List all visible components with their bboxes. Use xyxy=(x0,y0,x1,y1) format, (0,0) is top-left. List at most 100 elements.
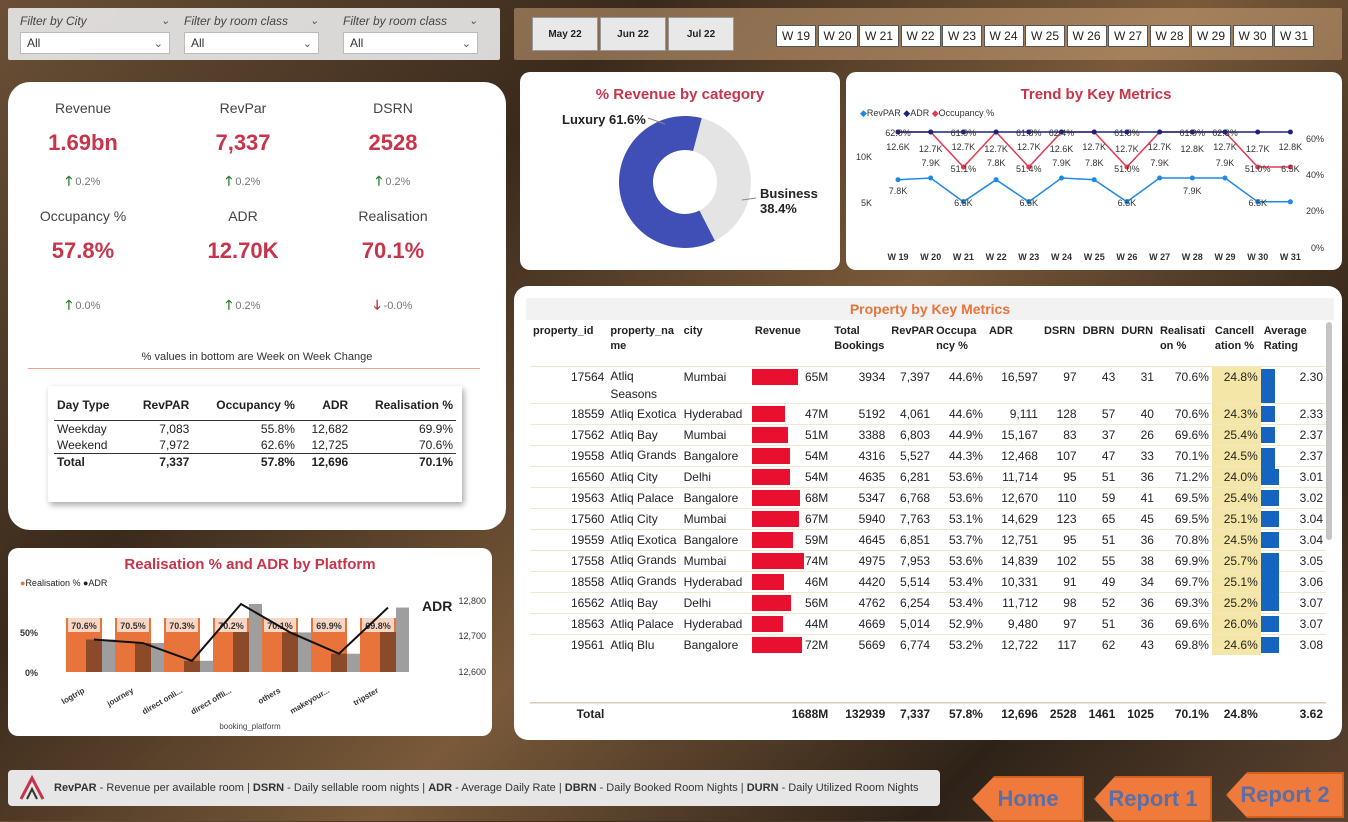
daytype-total-row: Total 7,337 57.8% 12,696 70.1% xyxy=(54,453,456,471)
property-col-header[interactable]: Cancell ation % xyxy=(1212,322,1261,366)
table-cell: 43 xyxy=(1118,633,1157,655)
week-button-w24[interactable]: W 24 xyxy=(983,25,1024,47)
daytype-header[interactable]: Occupancy % xyxy=(192,394,298,421)
city-filter[interactable]: Filter by City ⌄ All ⌄ xyxy=(20,14,170,54)
table-cell: 12,468 xyxy=(985,444,1041,466)
month-button-jul[interactable]: Jul 22 xyxy=(668,17,734,51)
revpar-data-label: 7.8K xyxy=(889,186,908,196)
table-cell: 17564 xyxy=(530,365,608,403)
month-button-may[interactable]: May 22 xyxy=(532,17,598,51)
property-table[interactable]: property_id property_na me city Revenue Tota… xyxy=(530,322,1326,722)
week-button-w27[interactable]: W 27 xyxy=(1108,25,1148,47)
room-class-filter[interactable]: Filter by room class ⌄ All ⌄ xyxy=(184,14,319,54)
table-row[interactable]: 17562 Atliq Bay Mumbai 51M 3388 6,803 44.9% 15,… xyxy=(530,423,1326,445)
room-class-filter-select[interactable]: All ⌄ xyxy=(184,32,319,54)
room-class-filter-2-select[interactable]: All ⌄ xyxy=(343,32,478,54)
property-col-header[interactable]: DSRN xyxy=(1041,322,1080,366)
adr-area-gap xyxy=(396,607,409,672)
trend-yright-tick: 20% xyxy=(1306,206,1324,216)
table-cell: 51 xyxy=(1079,465,1119,487)
cancellation-cell: 26.0% xyxy=(1211,612,1261,634)
table-row[interactable]: 18558 Atliq Grands Hyderabad 46M 4420 5,514 53… xyxy=(530,570,1326,608)
table-row[interactable]: 19563 Atliq Palace Bangalore 68M 5347 6,768 53… xyxy=(530,486,1326,508)
property-col-header[interactable]: ADR xyxy=(986,322,1041,366)
trend-x-tick: W 20 xyxy=(920,252,941,262)
room-class-filter-2[interactable]: Filter by room class ⌄ All ⌄ xyxy=(343,14,478,54)
table-cell: 18559 xyxy=(530,402,608,424)
property-col-header[interactable]: Revenue xyxy=(752,322,831,366)
city-filter-select[interactable]: All ⌄ xyxy=(20,32,170,54)
table-cell: Delhi xyxy=(680,591,752,613)
table-cell: 33 xyxy=(1118,444,1157,466)
chevron-down-icon[interactable]: ⌄ xyxy=(161,14,170,28)
table-row[interactable]: 16560 Atliq City Delhi 54M 4635 6,281 53.6% 11,… xyxy=(530,465,1326,487)
revpar-line-point xyxy=(1157,175,1163,181)
adr-data-label: 12.7K xyxy=(1017,142,1041,152)
table-row[interactable]: 19558 Atliq Grands Bangalore 54M 4316 5,527 44… xyxy=(530,444,1326,482)
table-cell: 97 xyxy=(1040,365,1080,403)
kpi-value: 2528 xyxy=(368,130,418,155)
property-col-header[interactable]: property_id xyxy=(530,322,607,366)
daytype-header[interactable]: ADR xyxy=(298,394,351,421)
table-row[interactable]: 19559 Atliq Exotica Bangalore 59M 4645 6,851 5… xyxy=(530,528,1326,550)
table-row[interactable]: 16562 Atliq Bay Delhi 56M 4762 6,254 53.4% 11,7… xyxy=(530,591,1326,613)
daytype-header[interactable]: RevPAR xyxy=(127,394,192,421)
trend-yright-tick: 60% xyxy=(1306,134,1324,144)
report2-button[interactable]: Report 2 xyxy=(1226,772,1344,818)
kpi-change: 🡑 0.2% xyxy=(65,173,101,188)
rating-cell: 2.37 xyxy=(1260,444,1326,482)
trend-x-tick: W 31 xyxy=(1280,252,1301,262)
week-button-w31[interactable]: W 31 xyxy=(1274,25,1314,47)
table-cell: 5,014 xyxy=(888,612,934,634)
property-col-header[interactable]: DBRN xyxy=(1080,322,1119,366)
property-col-header[interactable]: DURN xyxy=(1118,322,1157,366)
property-col-header[interactable]: Total Bookings xyxy=(831,322,888,366)
property-col-header[interactable]: Occupa ncy % xyxy=(933,322,986,366)
revenue-cell: 46M xyxy=(751,570,832,592)
table-cell: 51 xyxy=(1079,528,1119,550)
kpi-realisation: Realisation 70.1% 🡓 -0.0% xyxy=(318,208,468,318)
table-cell: 44.6% xyxy=(933,402,986,424)
table-cell: 18558 xyxy=(530,570,608,592)
table-row[interactable]: 17558 Atliq Grands Mumbai 74M 4975 7,953 53.6%… xyxy=(530,549,1326,587)
table-row[interactable]: 17564 Atliq Seasons Mumbai 65M 3934 7,397 44.6… xyxy=(530,365,1326,403)
kpi-adr: ADR 12.70K 🡑 0.2% xyxy=(168,208,318,318)
occupancy-data-label: 62.0% xyxy=(885,128,911,138)
property-col-header[interactable]: Realisati on % xyxy=(1157,322,1212,366)
week-button-w30[interactable]: W 30 xyxy=(1232,25,1273,47)
week-button-w29[interactable]: W 29 xyxy=(1191,25,1231,47)
week-button-w25[interactable]: W 25 xyxy=(1025,25,1065,47)
property-col-header[interactable]: Average Rating xyxy=(1261,322,1326,366)
week-button-w26[interactable]: W 26 xyxy=(1066,25,1107,47)
chevron-down-icon[interactable]: ⌄ xyxy=(310,14,319,28)
week-button-w19[interactable]: W 19 xyxy=(776,25,816,47)
table-cell: Atliq City xyxy=(607,507,681,529)
trend-yright-tick: 0% xyxy=(1311,243,1324,253)
table-cell: 11,714 xyxy=(985,465,1041,487)
week-button-w22[interactable]: W 22 xyxy=(900,25,941,47)
week-button-w20[interactable]: W 20 xyxy=(817,25,858,47)
month-button-jun[interactable]: Jun 22 xyxy=(600,17,666,51)
table-row[interactable]: 19561 Atliq Blu Bangalore 72M 5669 6,774 53.2%… xyxy=(530,633,1326,655)
platform-yleft-tick: 0% xyxy=(25,668,38,678)
daytype-header[interactable]: Realisation % xyxy=(351,394,456,421)
week-button-w28[interactable]: W 28 xyxy=(1149,25,1190,47)
table-scrollbar[interactable] xyxy=(1326,322,1332,540)
week-button-w23[interactable]: W 23 xyxy=(942,25,982,47)
adr-data-label: 12.6K xyxy=(886,142,910,152)
property-col-header[interactable]: city xyxy=(681,322,752,366)
chevron-down-icon[interactable]: ⌄ xyxy=(469,14,478,28)
revenue-cell: 44M xyxy=(751,612,832,634)
table-cell: Hyderabad xyxy=(680,570,752,592)
table-row[interactable]: 18563 Atliq Palace Hyderabad 44M 4669 5,014 52… xyxy=(530,612,1326,634)
kpi-change: 🡑 0.2% xyxy=(225,173,261,188)
property-col-header[interactable]: property_na me xyxy=(607,322,680,366)
property-col-header[interactable]: RevPAR xyxy=(888,322,934,366)
table-row[interactable]: 17560 Atliq City Mumbai 67M 5940 7,763 53.1% 14… xyxy=(530,507,1326,529)
table-row[interactable]: 18559 Atliq Exotica Hyderabad 47M 5192 4,061 4… xyxy=(530,402,1326,424)
daytype-header[interactable]: Day Type xyxy=(54,394,127,421)
report1-button[interactable]: Report 1 xyxy=(1094,776,1212,822)
week-button-w21[interactable]: W 21 xyxy=(859,25,899,47)
table-cell: 3934 xyxy=(831,365,889,403)
home-button[interactable]: Home xyxy=(972,776,1084,822)
